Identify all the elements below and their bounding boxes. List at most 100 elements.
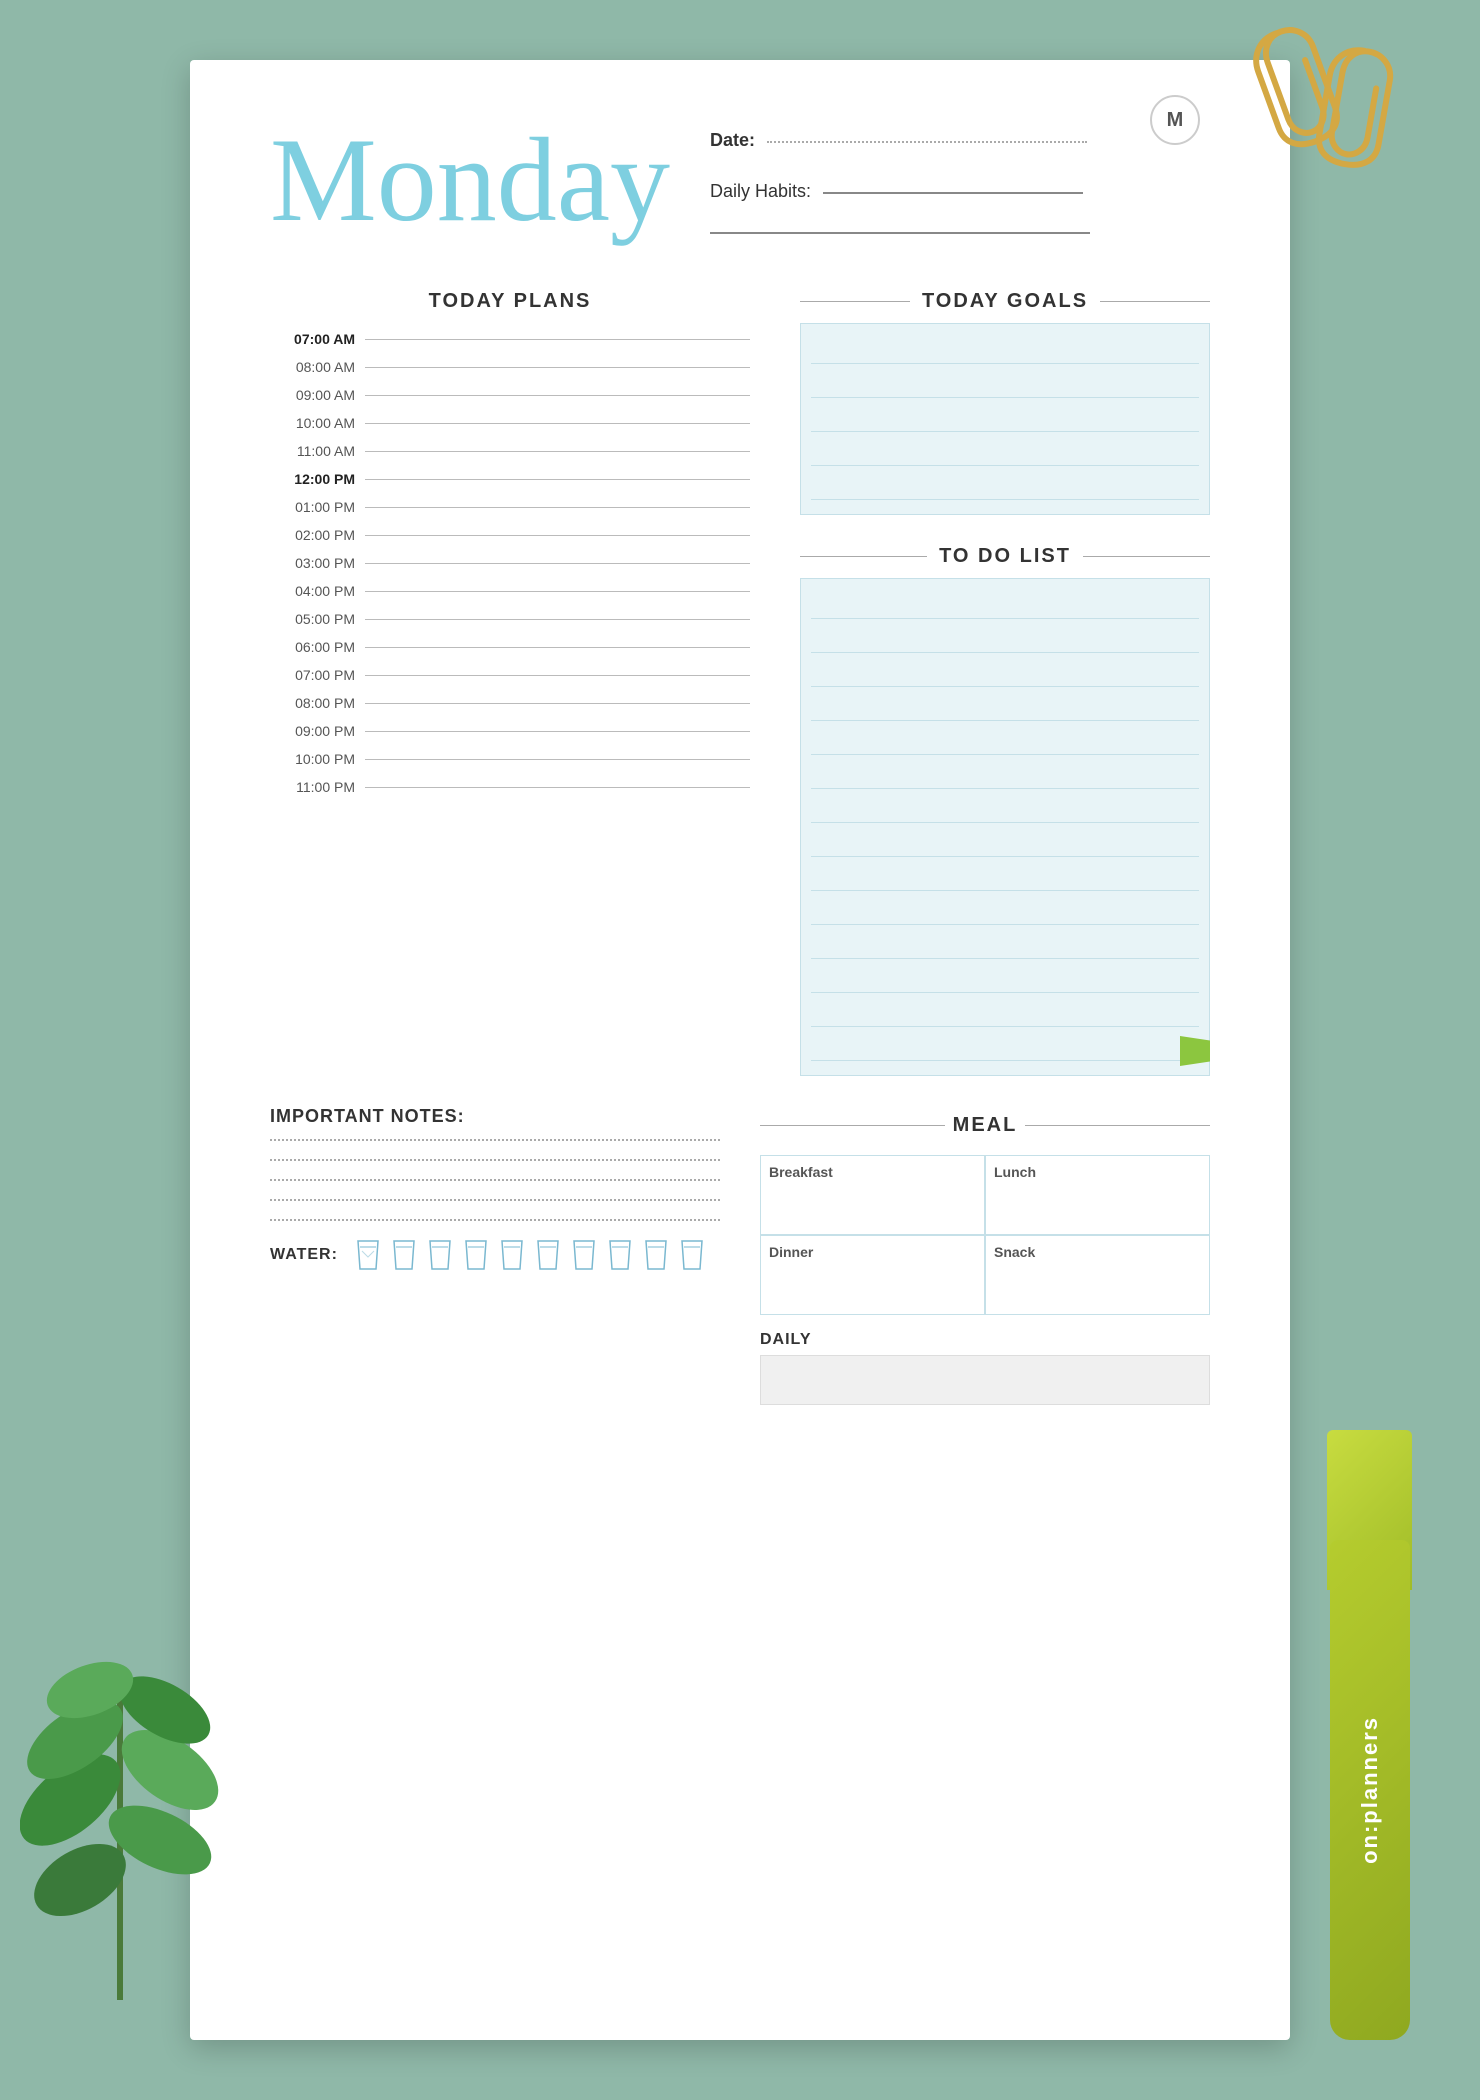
time-1500: 03:00 PM: [270, 555, 355, 571]
time-slot-2300: 11:00 PM: [270, 779, 750, 795]
todo-line-1: [811, 589, 1199, 619]
time-line-1900: [365, 675, 750, 676]
meal-lunch-label: Lunch: [994, 1164, 1201, 1180]
time-slot-2200: 10:00 PM: [270, 751, 750, 767]
time-slot-0700: 07:00 AM: [270, 331, 750, 347]
glass-8: [606, 1237, 634, 1273]
meal-line-left: [760, 1125, 945, 1126]
daily-box: [760, 1355, 1210, 1405]
time-line-0700: [365, 339, 750, 340]
notes-dots-line-3: [270, 1177, 720, 1181]
today-plans-section: TODAY PLANS 07:00 AM 08:00 AM 09:00 AM: [270, 290, 750, 1076]
title-section: Monday: [270, 120, 670, 240]
glass-6: [534, 1237, 562, 1273]
paper-document: Monday Date: M Daily Habits: TODAY PLANS: [190, 60, 1290, 2040]
time-slot-1100: 11:00 AM: [270, 443, 750, 459]
todo-line-3: [811, 657, 1199, 687]
habits-line-2: [710, 232, 1090, 234]
time-1400: 02:00 PM: [270, 527, 355, 543]
glass-3: [426, 1237, 454, 1273]
m-initial-circle: M: [1150, 95, 1200, 145]
notes-dots-line-5: [270, 1217, 720, 1221]
today-plans-title: TODAY PLANS: [270, 290, 750, 313]
time-slot-1200: 12:00 PM: [270, 471, 750, 487]
habits-line-1: [823, 192, 1083, 194]
bottom-row: IMPORTANT NOTES: WATER:: [270, 1106, 1210, 1405]
goals-line-5: [811, 470, 1199, 500]
main-two-col: TODAY PLANS 07:00 AM 08:00 AM 09:00 AM: [270, 290, 1210, 1076]
day-title: Monday: [270, 120, 670, 240]
time-line-2000: [365, 703, 750, 704]
time-1300: 01:00 PM: [270, 499, 355, 515]
time-slot-1800: 06:00 PM: [270, 639, 750, 655]
time-line-1400: [365, 535, 750, 536]
left-column: TODAY PLANS 07:00 AM 08:00 AM 09:00 AM: [270, 290, 750, 1076]
daily-section: DAILY: [760, 1331, 1210, 1405]
glass-4: [462, 1237, 490, 1273]
goals-line-right: [1100, 301, 1210, 302]
time-slot-1900: 07:00 PM: [270, 667, 750, 683]
highlighter-decoration: on:planners: [1310, 1440, 1450, 2040]
time-2200: 10:00 PM: [270, 751, 355, 767]
water-label: WATER:: [270, 1246, 338, 1264]
notes-dots-line-4: [270, 1197, 720, 1201]
time-slot-1000: 10:00 AM: [270, 415, 750, 431]
meal-cell-breakfast: Breakfast: [760, 1155, 985, 1235]
time-1800: 06:00 PM: [270, 639, 355, 655]
todo-line-8: [811, 827, 1199, 857]
flag-indicator: [1180, 1036, 1210, 1066]
time-0900: 09:00 AM: [270, 387, 355, 403]
notes-water-column: IMPORTANT NOTES: WATER:: [270, 1106, 720, 1405]
glass-2: [390, 1237, 418, 1273]
meal-title: MEAL: [945, 1106, 1026, 1145]
todo-line-7: [811, 793, 1199, 823]
meal-grid: Breakfast Lunch Dinner Snack: [760, 1155, 1210, 1315]
daily-label: DAILY: [760, 1331, 812, 1348]
time-line-2200: [365, 759, 750, 760]
meal-breakfast-label: Breakfast: [769, 1164, 976, 1180]
time-line-1200: [365, 479, 750, 480]
time-line-1600: [365, 591, 750, 592]
meal-dinner-label: Dinner: [769, 1244, 976, 1260]
header-right-section: Date: M Daily Habits:: [670, 120, 1210, 234]
time-1000: 10:00 AM: [270, 415, 355, 431]
time-0800: 08:00 AM: [270, 359, 355, 375]
meal-cell-lunch: Lunch: [985, 1155, 1210, 1235]
plant-decoration: [20, 1600, 220, 2000]
goals-line-3: [811, 402, 1199, 432]
todo-line-right: [1083, 556, 1210, 557]
todo-line-4: [811, 691, 1199, 721]
highlighter-brand-text: on:planners: [1357, 1716, 1383, 1864]
right-column: TODAY GOALS TO DO LIST: [800, 290, 1210, 1076]
time-line-0800: [365, 367, 750, 368]
todo-box-wrapper: [800, 578, 1210, 1076]
glass-9: [642, 1237, 670, 1273]
todo-header-row: TO DO LIST: [800, 545, 1210, 568]
todo-line-14: [811, 1031, 1199, 1061]
paperclips-decoration: [1200, 20, 1400, 200]
time-line-1500: [365, 563, 750, 564]
todo-line-6: [811, 759, 1199, 789]
meal-snack-label: Snack: [994, 1244, 1201, 1260]
date-section: Date: M: [710, 130, 1210, 151]
glass-5: [498, 1237, 526, 1273]
todo-line-11: [811, 929, 1199, 959]
time-slot-1300: 01:00 PM: [270, 499, 750, 515]
time-1200: 12:00 PM: [270, 471, 355, 487]
time-line-1100: [365, 451, 750, 452]
meal-cell-snack: Snack: [985, 1235, 1210, 1315]
todo-line-12: [811, 963, 1199, 993]
glass-1: [354, 1237, 382, 1273]
water-glasses-row: [354, 1237, 706, 1273]
important-notes-section: IMPORTANT NOTES:: [270, 1106, 720, 1221]
time-1900: 07:00 PM: [270, 667, 355, 683]
time-2100: 09:00 PM: [270, 723, 355, 739]
time-line-0900: [365, 395, 750, 396]
todo-line-5: [811, 725, 1199, 755]
habits-label: Daily Habits:: [710, 181, 811, 201]
todo-line-13: [811, 997, 1199, 1027]
today-goals-section: TODAY GOALS: [800, 290, 1210, 515]
meal-line-right: [1025, 1125, 1210, 1126]
meal-column: MEAL Breakfast Lunch Dinner Snack DAILY: [760, 1106, 1210, 1405]
time-slot-1400: 02:00 PM: [270, 527, 750, 543]
